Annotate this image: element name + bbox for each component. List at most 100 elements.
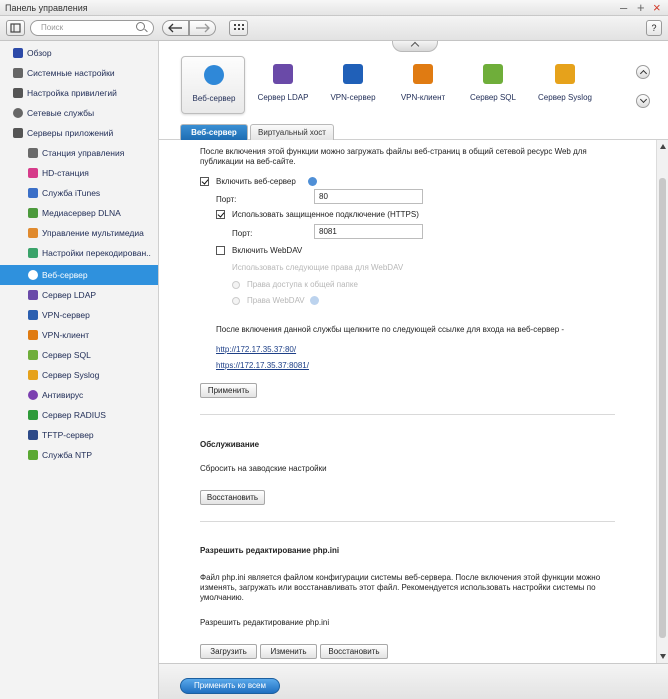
info-icon — [310, 296, 319, 305]
station-icon — [28, 148, 38, 158]
menu-button[interactable] — [6, 20, 25, 36]
port-label: Порт: — [216, 195, 237, 204]
http-link[interactable]: http://172.17.35.37:80/ — [216, 345, 296, 355]
ldap-icon — [28, 290, 38, 300]
close-icon[interactable]: × — [653, 0, 661, 16]
php-allow-label: Разрешить редактирование php.ini — [200, 618, 330, 627]
app-launcher: Веб-сервер Сервер LDAP VPN-сервер VPN-клиен… — [159, 41, 668, 140]
dlna-icon — [28, 208, 38, 218]
sidebar-item[interactable]: VPN-клиент — [0, 325, 158, 345]
sidebar-item[interactable]: Сетевые службы — [0, 103, 158, 123]
window-titlebar: Панель управления – + × — [0, 0, 668, 16]
scroll-up-button[interactable] — [636, 65, 650, 79]
back-button[interactable] — [162, 20, 189, 36]
overview-icon — [13, 48, 23, 58]
tab-virtual-host[interactable]: Виртуальный хост — [250, 124, 334, 140]
sidebar-item-label: Веб-сервер — [42, 270, 88, 280]
webdav-share-rights-radio[interactable] — [232, 281, 240, 289]
webdav-rights-option-label: Права WebDAV — [247, 296, 305, 305]
sidebar-item[interactable]: Сервер Syslog — [0, 365, 158, 385]
sidebar-item-label: Служба iTunes — [42, 188, 101, 198]
sidebar-item[interactable]: HD-станция — [0, 163, 158, 183]
sidebar-item[interactable]: Настройки перекодирован.. — [0, 243, 158, 263]
enable-web-server-checkbox[interactable] — [200, 177, 209, 186]
bottom-bar: Применить ко всем — [159, 663, 668, 699]
sidebar-item-label: Настройки перекодирован.. — [42, 248, 151, 258]
content-scrollbar[interactable] — [656, 140, 668, 663]
app-launcher-item[interactable]: VPN-сервер — [321, 56, 385, 114]
https-checkbox[interactable] — [216, 210, 225, 219]
scroll-down-button[interactable] — [636, 94, 650, 108]
sidebar-item[interactable]: Системные настройки — [0, 63, 158, 83]
apply-button[interactable]: Применить — [200, 383, 257, 398]
sidebar-item-label: Сервер SQL — [42, 350, 91, 360]
search-input[interactable]: Поиск — [30, 20, 154, 36]
sidebar-item[interactable]: Сервер RADIUS — [0, 405, 158, 425]
sidebar-item[interactable]: Обзор — [0, 43, 158, 63]
app-launcher-item[interactable]: Сервер LDAP — [251, 56, 315, 114]
ntp-icon — [28, 450, 38, 460]
webdav-checkbox[interactable] — [216, 246, 225, 255]
sidebar-item[interactable]: Серверы приложений — [0, 123, 158, 143]
apps-grid-button[interactable] — [229, 20, 248, 36]
multimedia-icon — [28, 228, 38, 238]
sidebar-item-label: Сервер LDAP — [42, 290, 97, 300]
https-port-input[interactable]: 8081 — [314, 224, 423, 239]
tab-web-server[interactable]: Веб-сервер — [180, 124, 248, 140]
sidebar-item[interactable]: TFTP-сервер — [0, 425, 158, 445]
sidebar-item[interactable]: Антивирус — [0, 385, 158, 405]
sidebar-item[interactable]: Служба NTP — [0, 445, 158, 465]
port-input[interactable]: 80 — [314, 189, 423, 204]
collapse-toggle[interactable] — [392, 41, 438, 52]
syslog-icon — [555, 64, 575, 84]
sidebar-item-label: Антивирус — [42, 390, 84, 400]
info-icon[interactable] — [308, 177, 317, 186]
scrollbar-thumb[interactable] — [659, 178, 666, 638]
globe-icon — [28, 270, 38, 280]
edit-button[interactable]: Изменить — [260, 644, 317, 659]
sidebar-item[interactable]: Веб-сервер — [0, 265, 158, 285]
tab-bar: Веб-сервер Виртуальный хост — [159, 124, 668, 140]
scroll-up-arrow-icon[interactable] — [660, 144, 666, 149]
vpn-server-icon — [343, 64, 363, 84]
sidebar-item[interactable]: Сервер SQL — [0, 345, 158, 365]
help-button[interactable]: ? — [646, 20, 662, 36]
minimize-icon[interactable]: – — [620, 0, 627, 16]
maintenance-title: Обслуживание — [200, 440, 260, 449]
app-launcher-label: Сервер Syslog — [538, 93, 592, 102]
app-launcher-item[interactable]: Сервер Syslog — [533, 56, 597, 114]
app-launcher-item[interactable]: Веб-сервер — [181, 56, 245, 114]
sidebar-item[interactable]: Настройка привилегий — [0, 83, 158, 103]
maximize-icon[interactable]: + — [637, 0, 645, 16]
upload-button[interactable]: Загрузить — [200, 644, 257, 659]
app-launcher-item[interactable]: Сервер SQL — [461, 56, 525, 114]
vpn-client-icon — [413, 64, 433, 84]
webdav-rights-radio[interactable] — [232, 297, 240, 305]
search-placeholder: Поиск — [41, 23, 64, 32]
vpn-server-icon — [28, 310, 38, 320]
forward-button[interactable] — [189, 20, 216, 36]
sidebar-item-label: TFTP-сервер — [42, 430, 94, 440]
sidebar-item[interactable]: Служба iTunes — [0, 183, 158, 203]
sidebar-item-label: VPN-сервер — [42, 310, 90, 320]
sql-icon — [28, 350, 38, 360]
scroll-down-arrow-icon[interactable] — [660, 654, 666, 659]
window-title: Панель управления — [5, 3, 88, 13]
https-link[interactable]: https://172.17.35.37:8081/ — [216, 361, 309, 371]
sidebar-item[interactable]: Сервер LDAP — [0, 285, 158, 305]
sidebar-item-label: Управление мультимедиа — [42, 228, 144, 238]
restore-defaults-button[interactable]: Восстановить — [200, 490, 265, 505]
sidebar-item[interactable]: Управление мультимедиа — [0, 223, 158, 243]
app-launcher-label: Сервер LDAP — [257, 93, 309, 102]
php-title: Разрешить редактирование php.ini — [200, 546, 340, 555]
sidebar-item[interactable]: Станция управления — [0, 143, 158, 163]
radius-icon — [28, 410, 38, 420]
apply-all-button[interactable]: Применить ко всем — [180, 678, 280, 694]
after-enable-text: После включения данной службы щелкните п… — [216, 325, 565, 334]
sidebar-item-label: Сервер Syslog — [42, 370, 100, 380]
sidebar-item[interactable]: Медиасервер DLNA — [0, 203, 158, 223]
app-launcher-item[interactable]: VPN-клиент — [391, 56, 455, 114]
sidebar-item-label: Медиасервер DLNA — [42, 208, 121, 218]
php-restore-button[interactable]: Восстановить — [320, 644, 388, 659]
sidebar-item[interactable]: VPN-сервер — [0, 305, 158, 325]
